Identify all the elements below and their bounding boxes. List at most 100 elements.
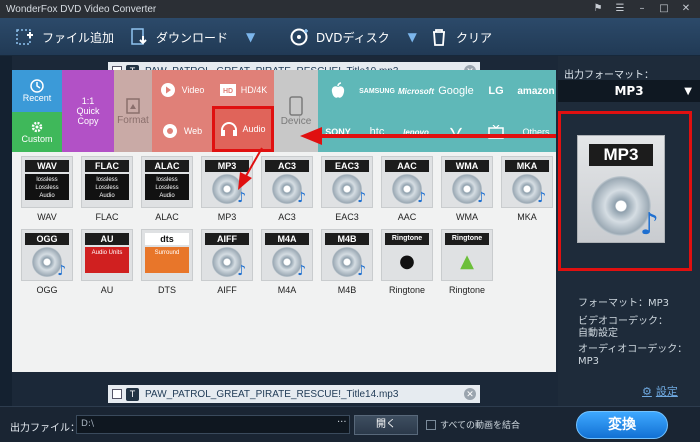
category-recent-label: Recent <box>22 93 52 103</box>
format-label: M4A <box>277 285 297 295</box>
brand-google[interactable]: Google <box>436 70 476 112</box>
brand-apple[interactable] <box>318 70 358 112</box>
brand-tv[interactable]: TV <box>476 112 516 152</box>
open-button[interactable]: 開く <box>354 415 418 435</box>
format-badge: lossless Lossless Audio <box>145 174 189 200</box>
brand-amazon[interactable]: amazon <box>516 70 556 112</box>
apple-icon: ● <box>399 251 415 272</box>
output-path-field[interactable]: D:\ <box>76 415 350 434</box>
audio-codec-value: MP3 <box>578 356 600 367</box>
format-tile-m4a[interactable]: M4A ♪ M4A <box>258 229 316 301</box>
minimize-button[interactable]: – <box>632 1 652 16</box>
dvd-disc-label: DVDディスク <box>316 30 390 45</box>
format-tile-dts[interactable]: dts Surround DTS <box>138 229 196 301</box>
brand-others[interactable]: Others <box>516 112 556 152</box>
clock-icon <box>30 79 44 93</box>
format-tile-eac3[interactable]: EAC3 ♪ EAC3 <box>318 156 376 228</box>
format-badge: lossless Lossless Audio <box>25 174 69 200</box>
chevron-down-icon[interactable]: ▼ <box>408 30 417 44</box>
output-file-label: 出力ファイル： <box>10 423 80 434</box>
brand-samsung[interactable]: SAMSUNG <box>358 70 396 112</box>
brand-htc[interactable]: htc <box>358 112 396 152</box>
video-codec-label: ビデオコーデック： <box>578 316 668 327</box>
settings-link[interactable]: ⚙ 設定 <box>642 383 678 399</box>
output-format-preview[interactable]: MP3 ♪ <box>577 135 665 243</box>
dropdown-icon[interactable]: ▼ <box>684 86 692 97</box>
brand-sony[interactable]: SONY <box>318 112 358 152</box>
add-file-label: ファイル追加 <box>42 30 115 45</box>
format-tile-ringtone[interactable]: Ringtone ● Ringtone <box>378 229 436 301</box>
tv-icon <box>488 125 504 139</box>
merge-option[interactable]: すべての動画を結合 <box>426 418 520 431</box>
clear-button[interactable]: クリア <box>428 24 492 50</box>
format-tag: WAV <box>25 160 69 172</box>
feedback-icon[interactable]: ⚑ <box>588 1 608 16</box>
close-icon[interactable]: ✕ <box>464 388 476 400</box>
add-file-button[interactable]: ファイル追加 <box>14 24 114 50</box>
category-custom[interactable]: Custom <box>12 112 62 152</box>
category-device[interactable]: Device <box>274 70 318 152</box>
format-tile-wav[interactable]: WAV lossless Lossless Audio WAV <box>18 156 76 228</box>
music-note-icon: ♪ <box>537 190 546 206</box>
format-tile-mp3[interactable]: MP3 ♪ MP3 <box>198 156 256 228</box>
format-icon: ALAC lossless Lossless Audio <box>141 156 193 208</box>
format-icon: EAC3 ♪ <box>321 156 373 208</box>
format-tile-m4b[interactable]: M4B ♪ M4B <box>318 229 376 301</box>
brand-microsoft[interactable]: Microsoft <box>396 70 436 112</box>
left-strip <box>0 56 12 406</box>
close-button[interactable]: ✕ <box>676 1 696 16</box>
title-icon: T <box>126 387 139 401</box>
category-hd4k-label: HD/4K <box>240 85 268 95</box>
category-audio[interactable]: Audio <box>212 106 274 152</box>
format-tile-ringtone[interactable]: Ringtone ▲ Ringtone <box>438 229 496 301</box>
format-tag: ALAC <box>145 160 189 172</box>
preview-tag: MP3 <box>589 144 653 166</box>
format-label: DTS <box>158 285 176 295</box>
format-tile-aiff[interactable]: AIFF ♪ AIFF <box>198 229 256 301</box>
app-title: WonderFox DVD Video Converter <box>6 3 157 15</box>
format-tile-ac3[interactable]: AC3 ♪ AC3 <box>258 156 316 228</box>
category-quick-copy[interactable]: 1:1 Quick Copy <box>62 70 114 152</box>
category-video[interactable]: Video <box>152 70 212 110</box>
format-tile-wma[interactable]: WMA ♪ WMA <box>438 156 496 228</box>
brand-lg[interactable]: LG <box>476 70 516 112</box>
category-web[interactable]: Web <box>152 110 212 152</box>
format-tag: AU <box>85 233 129 245</box>
file-checkbox[interactable] <box>112 389 122 399</box>
menu-icon[interactable]: ☰ <box>610 1 630 16</box>
category-recent[interactable]: Recent <box>12 70 62 112</box>
format-tile-ogg[interactable]: OGG ♪ OGG <box>18 229 76 301</box>
svg-text:HD: HD <box>223 88 233 95</box>
format-icon: MKA ♪ <box>501 156 553 208</box>
disc-icon: ♪ <box>332 174 366 206</box>
download-button[interactable]: ダウンロード ▼ <box>128 24 255 50</box>
format-icon: AIFF ♪ <box>201 229 253 281</box>
format-tile-au[interactable]: AU Audio Units AU <box>78 229 136 301</box>
format-label: OGG <box>36 285 58 295</box>
format-tag: MP3 <box>205 160 249 172</box>
category-format[interactable]: Format <box>114 70 152 152</box>
format-tile-mka[interactable]: MKA ♪ MKA <box>498 156 556 228</box>
dvd-disc-button[interactable]: DVDディスク ▼ <box>288 24 417 50</box>
category-audio-label: Audio <box>242 124 266 134</box>
merge-checkbox[interactable] <box>426 419 436 430</box>
category-hd4k[interactable]: HD HD/4K <box>212 70 274 110</box>
output-format-select[interactable]: MP3 ▼ <box>558 80 700 102</box>
format-tile-aac[interactable]: AAC ♪ AAC <box>378 156 436 228</box>
maximize-button[interactable]: □ <box>654 1 674 16</box>
format-tag: Ringtone <box>385 233 429 245</box>
merge-label: すべての動画を結合 <box>440 421 521 431</box>
format-tile-flac[interactable]: FLAC lossless Lossless Audio FLAC <box>78 156 136 228</box>
music-note-icon: ♪ <box>297 190 306 206</box>
output-format-header: 出力フォーマット： <box>564 70 654 81</box>
convert-button[interactable]: 変換 <box>576 411 668 439</box>
format-label: ALAC <box>155 212 179 222</box>
file-row[interactable]: T PAW_PATROL_GREAT_PIRATE_RESCUE!_Title1… <box>108 385 480 403</box>
format-tile-alac[interactable]: ALAC lossless Lossless Audio ALAC <box>138 156 196 228</box>
format-icon: OGG ♪ <box>21 229 73 281</box>
brand-huawei[interactable] <box>436 112 476 152</box>
chevron-down-icon[interactable]: ▼ <box>246 30 255 44</box>
browse-button[interactable]: ··· <box>337 417 347 428</box>
brand-lenovo[interactable]: lenovo <box>396 112 436 152</box>
huawei-icon <box>450 127 462 138</box>
